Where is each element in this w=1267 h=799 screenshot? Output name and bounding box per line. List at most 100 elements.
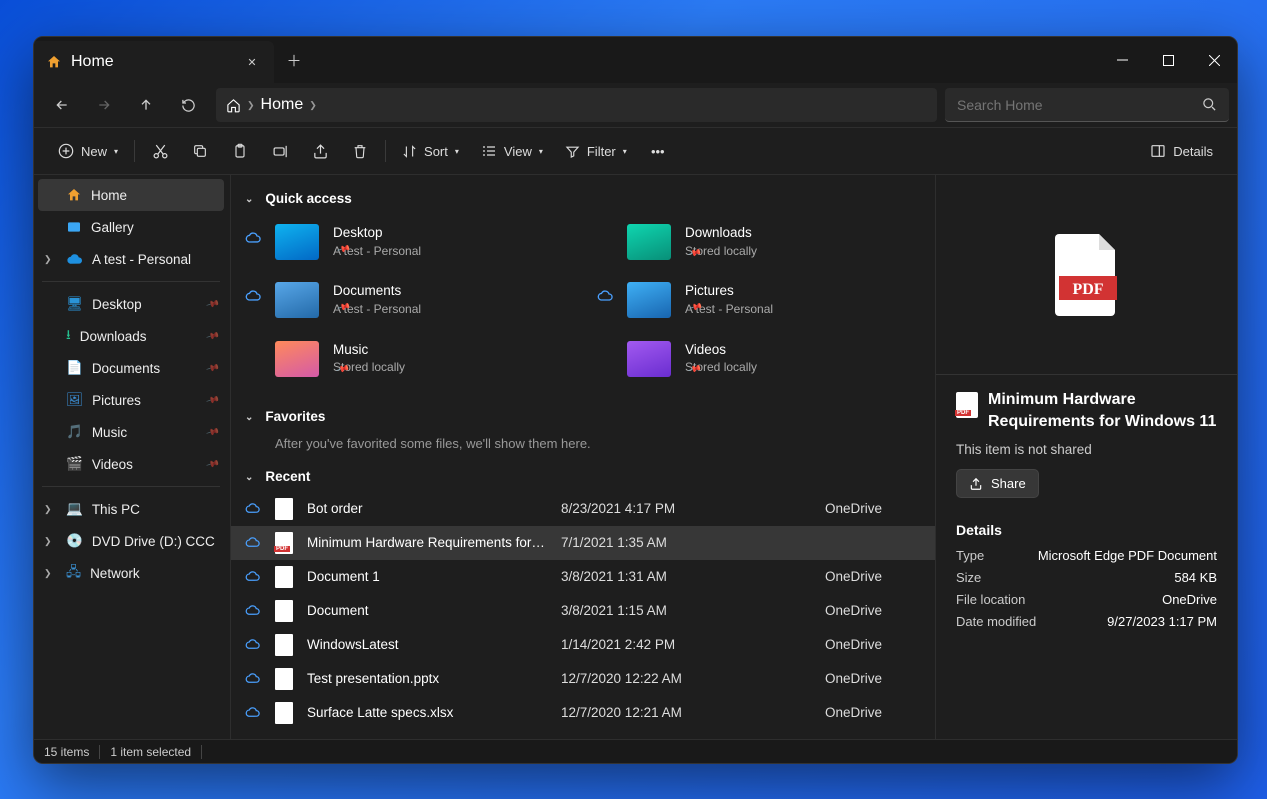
sidebar-item-label: Gallery [91,220,134,235]
file-location: OneDrive [825,705,921,720]
cloud-icon [245,288,261,304]
chevron-right-icon[interactable]: ❯ [44,254,52,265]
home-icon [66,187,82,203]
recent-row[interactable]: WindowsLatest1/14/2021 2:42 PMOneDrive [231,628,935,662]
section-quickaccess[interactable]: ⌄ Quick access [231,183,935,214]
chevron-right-icon[interactable]: ❯ [44,536,52,547]
status-selected-count: 1 item selected [110,745,191,759]
search-box[interactable] [945,88,1229,122]
sidebar-item-gallery[interactable]: Gallery [38,211,224,243]
main-content: ⌄ Quick access DesktopA test - Personal📌… [231,175,935,739]
recent-row[interactable]: Bot order8/23/2021 4:17 PMOneDrive [231,492,935,526]
recent-row[interactable]: Document 13/8/2021 1:31 AMOneDrive [231,560,935,594]
sidebar-item-onedrive[interactable]: ❯ A test - Personal [38,243,224,275]
file-date: 12/7/2020 12:21 AM [561,705,811,720]
file-icon [275,532,293,554]
section-recent[interactable]: ⌄ Recent [231,461,935,492]
recent-row[interactable]: Test presentation.pptx12/7/2020 12:22 AM… [231,662,935,696]
file-name: Minimum Hardware Requirements for Win… [307,535,547,550]
tab-home[interactable]: Home ✕ [34,41,274,83]
share-button[interactable] [301,134,339,168]
more-button[interactable]: ••• [639,134,677,168]
recent-row[interactable]: Document3/8/2021 1:15 AMOneDrive [231,594,935,628]
chevron-right-icon: ❯ [247,100,255,111]
view-icon [481,143,497,159]
sidebar-item-downloads[interactable]: ⭳Downloads📌 [38,320,224,352]
detail-value: 9/27/2023 1:17 PM [1107,614,1217,629]
detail-key: Size [956,570,981,585]
maximize-button[interactable] [1145,37,1191,83]
quickaccess-item[interactable]: DocumentsA test - Personal📌 [231,278,583,336]
chevron-right-icon[interactable]: ❯ [44,568,52,579]
crumb-home[interactable]: Home [261,96,304,114]
folder-icon [627,282,671,318]
breadcrumb[interactable]: ❯ Home ❯ [216,88,937,122]
section-label: Quick access [265,191,351,206]
plus-circle-icon [58,143,74,159]
pin-icon: 📌 [205,296,220,311]
details-pane: PDF Minimum Hardware Requirements for Wi… [935,175,1237,739]
back-button[interactable] [42,87,82,123]
file-date: 1/14/2021 2:42 PM [561,637,811,652]
svg-text:PDF: PDF [1072,281,1103,298]
forward-button[interactable] [84,87,124,123]
sidebar-item-dvd[interactable]: ❯💿DVD Drive (D:) CCC [38,525,224,557]
share-button[interactable]: Share [956,469,1039,498]
copy-button[interactable] [181,134,219,168]
gallery-icon [66,219,82,235]
search-icon[interactable] [1202,97,1217,112]
cloud-icon [245,230,261,246]
refresh-button[interactable] [168,87,208,123]
quickaccess-item[interactable]: VideosStored locally📌 [583,337,935,395]
chevron-right-icon[interactable]: ❯ [44,504,52,515]
share-label: Share [991,476,1026,491]
cloud-icon [245,501,260,516]
quickaccess-item[interactable]: PicturesA test - Personal📌 [583,278,935,336]
sidebar-item-thispc[interactable]: ❯💻This PC [38,493,224,525]
filter-button[interactable]: Filter ▾ [555,134,637,168]
file-date: 3/8/2021 1:31 AM [561,569,811,584]
details-toggle[interactable]: Details [1140,134,1223,168]
sidebar-item-videos[interactable]: 🎬Videos📌 [38,448,224,480]
quickaccess-item[interactable]: MusicStored locally📌 [231,337,583,395]
tab-close-icon[interactable]: ✕ [240,50,264,74]
up-button[interactable] [126,87,166,123]
filter-icon [565,144,580,159]
detail-value: 584 KB [1174,570,1217,585]
sidebar-item-pictures[interactable]: 🖼Pictures📌 [38,384,224,416]
sidebar-item-home[interactable]: Home [38,179,224,211]
recent-row[interactable]: Minimum Hardware Requirements for Win…7/… [231,526,935,560]
cut-button[interactable] [141,134,179,168]
sort-button[interactable]: Sort ▾ [392,134,469,168]
file-icon [275,498,293,520]
close-button[interactable] [1191,37,1237,83]
new-button[interactable]: New ▾ [48,134,128,168]
quickaccess-item[interactable]: DownloadsStored locally📌 [583,220,935,278]
delete-button[interactable] [341,134,379,168]
rename-button[interactable] [261,134,299,168]
chevron-right-icon[interactable]: ❯ [309,100,317,111]
sidebar-item-network[interactable]: ❯🖧Network [38,557,224,589]
search-input[interactable] [957,97,1194,113]
sidebar-item-desktop[interactable]: 🖥Desktop📌 [38,288,224,320]
paste-button[interactable] [221,134,259,168]
quickaccess-name: Downloads [685,224,757,243]
sidebar-item-documents[interactable]: 📄Documents📌 [38,352,224,384]
view-button[interactable]: View ▾ [471,134,553,168]
favorites-empty-text: After you've favorited some files, we'll… [231,432,935,461]
view-label: View [504,144,532,159]
sidebar-item-music[interactable]: 🎵Music📌 [38,416,224,448]
pdf-icon: PDF [1055,234,1119,316]
quickaccess-item[interactable]: DesktopA test - Personal📌 [231,220,583,278]
file-date: 12/7/2020 12:22 AM [561,671,811,686]
detail-key: Type [956,548,984,563]
minimize-button[interactable] [1099,37,1145,83]
sidebar-item-label: Network [90,566,140,581]
new-tab-button[interactable]: ＋ [274,37,314,83]
section-favorites[interactable]: ⌄ Favorites [231,401,935,432]
pin-icon: 📌 [205,328,220,343]
chevron-down-icon: ⌄ [245,412,253,423]
section-label: Favorites [265,409,325,424]
desktop-icon: 🖥 [66,296,83,312]
recent-row[interactable]: Surface Latte specs.xlsx12/7/2020 12:21 … [231,696,935,730]
